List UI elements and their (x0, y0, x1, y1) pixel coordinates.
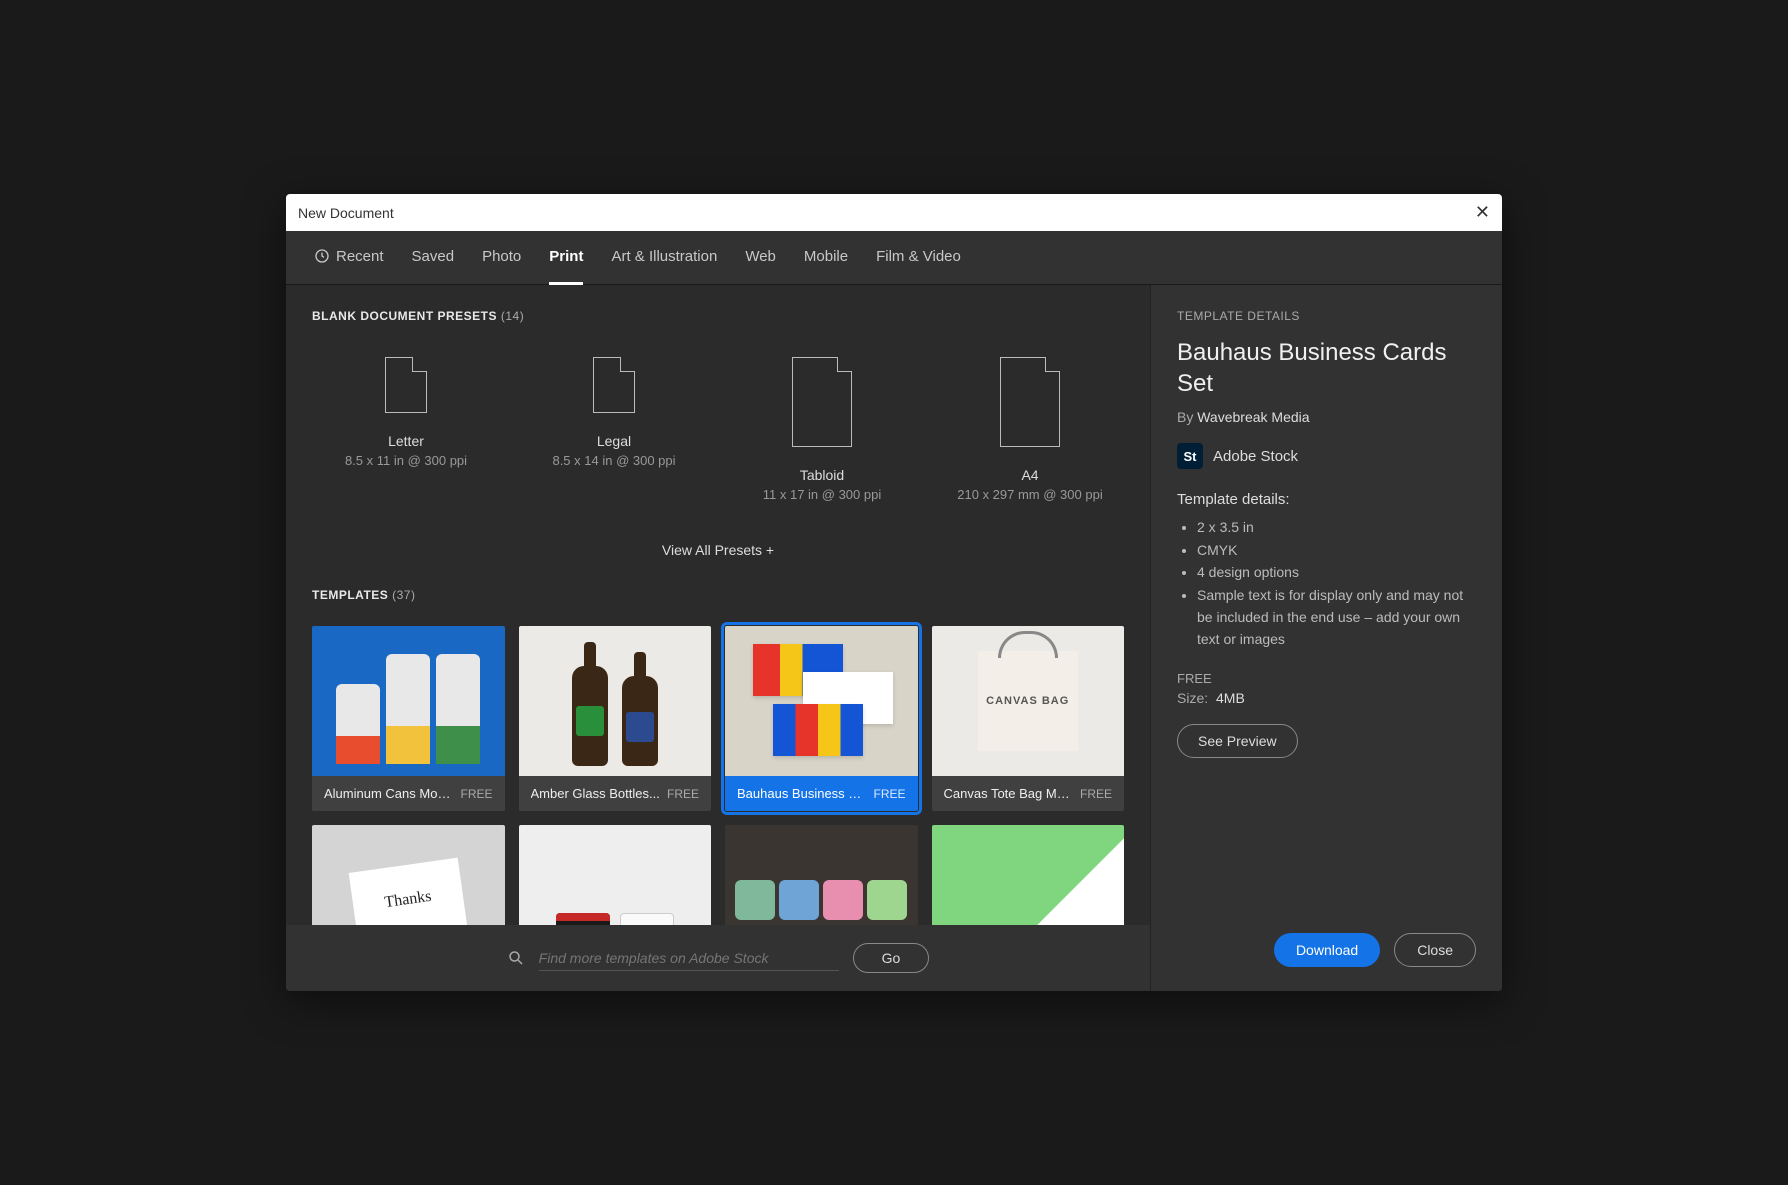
template-title: Bauhaus Business Ca... (737, 786, 867, 801)
search-icon (507, 949, 525, 967)
preset-name: Legal (597, 433, 631, 449)
template-title: Amber Glass Bottles... (531, 786, 660, 801)
template-card-bottles[interactable]: Amber Glass Bottles... FREE (519, 626, 712, 811)
detail-bullet: 4 design options (1197, 561, 1476, 583)
preset-name: A4 (1021, 467, 1038, 483)
download-button[interactable]: Download (1274, 933, 1380, 967)
preset-name: Letter (388, 433, 424, 449)
template-thumb (519, 626, 712, 776)
go-button[interactable]: Go (853, 943, 930, 973)
presets-count: (14) (501, 309, 524, 323)
details-heading: Template details: (1177, 491, 1476, 508)
tab-art[interactable]: Art & Illustration (611, 231, 717, 285)
template-title: Canvas Tote Bag Mo... (944, 786, 1074, 801)
template-thumb (519, 825, 712, 925)
close-icon[interactable]: ✕ (1475, 202, 1490, 223)
tab-web[interactable]: Web (745, 231, 776, 285)
presets-header: BLANK DOCUMENT PRESETS (14) (312, 309, 1124, 323)
template-thumb (725, 825, 918, 925)
template-title: Aluminum Cans Moc... (324, 786, 454, 801)
view-all-presets[interactable]: View All Presets + (312, 532, 1124, 588)
template-card-thanks[interactable]: Thanks (312, 825, 505, 925)
template-thumb (725, 626, 918, 776)
template-name: Bauhaus Business Cards Set (1177, 337, 1476, 399)
template-thumb: Thanks (312, 825, 505, 925)
author-name[interactable]: Wavebreak Media (1197, 409, 1309, 425)
close-button[interactable]: Close (1394, 933, 1476, 967)
tab-recent[interactable]: Recent (314, 231, 384, 285)
template-thumb (932, 825, 1125, 925)
new-document-dialog: New Document ✕ Recent Saved Photo Print … (286, 194, 1502, 991)
preset-tabloid[interactable]: Tabloid 11 x 17 in @ 300 ppi (728, 347, 916, 512)
tab-film[interactable]: Film & Video (876, 231, 961, 285)
titlebar: New Document ✕ (286, 194, 1502, 231)
by-label: By (1177, 409, 1193, 425)
tab-saved[interactable]: Saved (412, 231, 455, 285)
preset-legal[interactable]: Legal 8.5 x 14 in @ 300 ppi (520, 347, 708, 512)
preset-dims: 210 x 297 mm @ 300 ppi (957, 487, 1102, 502)
template-badge: FREE (873, 787, 905, 801)
category-tabs: Recent Saved Photo Print Art & Illustrat… (286, 231, 1502, 285)
template-card-leaf[interactable] (932, 825, 1125, 925)
free-label: FREE (1177, 671, 1476, 686)
template-card-tote[interactable]: CANVAS BAG Canvas Tote Bag Mo... FREE (932, 626, 1125, 811)
template-thumb (312, 626, 505, 776)
search-input[interactable] (539, 946, 839, 971)
tab-recent-label: Recent (336, 248, 384, 265)
size-row: Size: 4MB (1177, 690, 1476, 706)
dialog-title: New Document (298, 205, 394, 221)
page-icon (792, 357, 852, 447)
templates-header: TEMPLATES (37) (312, 588, 1124, 602)
tab-photo[interactable]: Photo (482, 231, 521, 285)
details-sidebar: TEMPLATE DETAILS Bauhaus Business Cards … (1150, 285, 1502, 991)
preset-dims: 8.5 x 11 in @ 300 ppi (345, 453, 467, 468)
see-preview-button[interactable]: See Preview (1177, 724, 1298, 758)
size-value: 4MB (1216, 690, 1245, 706)
clock-icon (314, 248, 330, 264)
stock-source[interactable]: St Adobe Stock (1177, 443, 1476, 469)
details-list: 2 x 3.5 in CMYK 4 design options Sample … (1177, 516, 1476, 650)
stock-label: Adobe Stock (1213, 448, 1298, 465)
templates-count: (37) (392, 588, 415, 602)
preset-dims: 11 x 17 in @ 300 ppi (763, 487, 881, 502)
template-thumb: CANVAS BAG (932, 626, 1125, 776)
preset-name: Tabloid (800, 467, 844, 483)
page-icon (1000, 357, 1060, 447)
size-label: Size: (1177, 690, 1208, 706)
detail-bullet: CMYK (1197, 539, 1476, 561)
presets-header-label: BLANK DOCUMENT PRESETS (312, 309, 497, 323)
template-card-bauhaus[interactable]: Bauhaus Business Ca... FREE (725, 626, 918, 811)
main-scroll[interactable]: BLANK DOCUMENT PRESETS (14) Letter 8.5 x… (286, 285, 1150, 925)
details-label: TEMPLATE DETAILS (1177, 309, 1476, 323)
byline: By Wavebreak Media (1177, 409, 1476, 425)
page-icon (385, 357, 427, 413)
template-card-mug[interactable] (519, 825, 712, 925)
tab-mobile[interactable]: Mobile (804, 231, 848, 285)
search-bar: Go (286, 925, 1150, 991)
preset-letter[interactable]: Letter 8.5 x 11 in @ 300 ppi (312, 347, 500, 512)
detail-bullet: 2 x 3.5 in (1197, 516, 1476, 538)
templates-header-label: TEMPLATES (312, 588, 388, 602)
detail-bullet: Sample text is for display only and may … (1197, 584, 1476, 651)
tab-print[interactable]: Print (549, 231, 583, 285)
preset-dims: 8.5 x 14 in @ 300 ppi (552, 453, 675, 468)
template-badge: FREE (1080, 787, 1112, 801)
template-badge: FREE (667, 787, 699, 801)
template-card-pillow[interactable] (725, 825, 918, 925)
template-badge: FREE (460, 787, 492, 801)
preset-a4[interactable]: A4 210 x 297 mm @ 300 ppi (936, 347, 1124, 512)
page-icon (593, 357, 635, 413)
adobe-stock-icon: St (1177, 443, 1203, 469)
template-card-cans[interactable]: Aluminum Cans Moc... FREE (312, 626, 505, 811)
